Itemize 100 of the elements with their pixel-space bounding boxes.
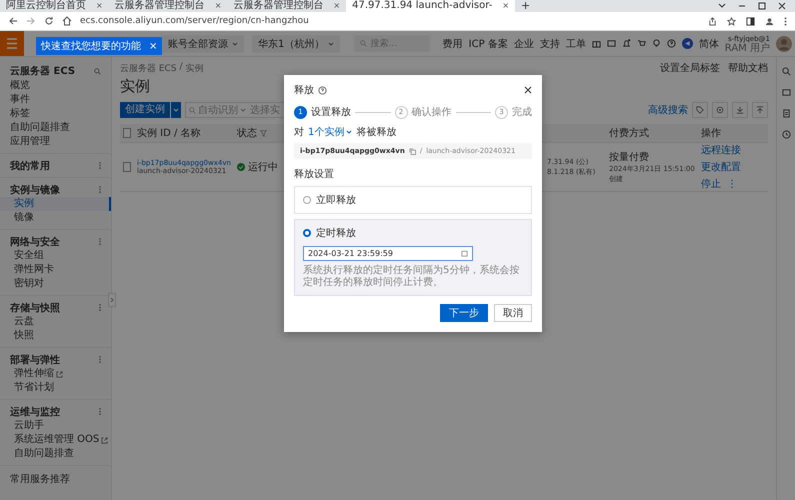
caret-icon <box>173 108 179 112</box>
sidebar-item[interactable]: 云助手 <box>0 419 44 433</box>
browser-tab[interactable]: 阿里云控制台首页 × <box>0 0 109 12</box>
download-button[interactable] <box>732 102 748 118</box>
breadcrumb-current: 实例 <box>186 62 204 74</box>
sidebar-item[interactable]: 系统运维管理 OOS <box>0 433 100 447</box>
close-button[interactable]: × <box>149 40 158 52</box>
radio-button[interactable] <box>303 229 311 237</box>
bell-icon[interactable] <box>622 39 631 48</box>
next-button[interactable]: 下一步 <box>440 304 488 322</box>
sidebar-group-title[interactable]: 实例与镜像 <box>10 182 60 196</box>
browser-tab[interactable]: 47.97.31.94 launch-advisor- × <box>346 0 516 12</box>
sidebar-item[interactable]: 云盘 <box>0 315 34 329</box>
nav-link[interactable]: 费用 <box>442 36 463 50</box>
star-icon[interactable] <box>727 16 736 26</box>
scope-text: 将被释放 <box>356 126 396 139</box>
checkbox[interactable] <box>123 162 131 172</box>
avatar-icon[interactable] <box>776 36 792 52</box>
action-link[interactable]: 停止 <box>701 177 721 191</box>
sidebar-item[interactable]: 快照 <box>0 329 34 343</box>
assistant-icon[interactable] <box>682 38 693 49</box>
copy-icon[interactable] <box>408 148 416 154</box>
sidebar-item[interactable]: 安全组 <box>0 249 44 263</box>
caret-icon <box>328 42 334 46</box>
menu-icon[interactable] <box>784 16 787 26</box>
browser-tab[interactable]: 云服务器管理控制台 × <box>227 0 346 12</box>
document-icon[interactable] <box>782 109 790 118</box>
sidebar-item[interactable]: 自助问题排查 <box>0 447 74 461</box>
hint-text: 系统执行释放的定时任务间隔为5分钟，系统会按定时任务的释放时间停止计费。 <box>303 265 520 289</box>
close-icon[interactable] <box>524 86 532 94</box>
help-icon[interactable] <box>318 86 327 94</box>
option-label: 定时释放 <box>316 226 356 240</box>
clock-icon[interactable] <box>782 130 790 139</box>
resource-group-dropdown[interactable]: 账号全部资源 <box>162 34 244 52</box>
sidebar-group-title[interactable]: 部署与弹性 <box>10 352 60 366</box>
help-icon[interactable] <box>666 39 676 48</box>
home-icon[interactable] <box>62 16 72 26</box>
sidebar-item[interactable]: 常用服务推荐 <box>0 465 111 486</box>
dropdown-button[interactable] <box>171 102 181 118</box>
radio-button[interactable] <box>303 196 311 204</box>
tooltip-text: 快速查找您想要的功能 <box>41 40 141 53</box>
reload-icon[interactable] <box>44 16 54 26</box>
lightbulb-icon[interactable] <box>652 39 661 48</box>
breadcrumb-link[interactable]: 云服务器 ECS <box>120 62 177 74</box>
settings-button[interactable] <box>712 102 728 118</box>
forward-icon[interactable] <box>26 16 36 26</box>
create-instance-button[interactable]: 创建实例 <box>120 102 170 118</box>
sidebar-item[interactable]: 密钥对 <box>0 277 44 291</box>
column-header: 付费方式 <box>609 126 649 140</box>
user-role: RAM 用户 <box>724 44 770 54</box>
search-icon <box>360 40 368 47</box>
nav-link[interactable]: 企业 <box>514 36 534 50</box>
filter-icon[interactable] <box>260 130 267 136</box>
checkbox[interactable] <box>123 128 131 138</box>
upload-button[interactable] <box>752 102 768 118</box>
sidebar-group-title[interactable]: 存储与快照 <box>10 300 60 314</box>
search-icon[interactable] <box>94 68 101 74</box>
release-option[interactable]: 立即释放 <box>294 186 532 214</box>
action-link[interactable]: 更改配置 <box>701 160 741 174</box>
instance-count-link[interactable]: 1个实例 <box>308 125 352 139</box>
search-icon[interactable] <box>782 67 790 76</box>
language-link[interactable]: 简体 <box>698 36 719 50</box>
new-tab-button[interactable]: + <box>515 0 536 12</box>
sidebar-item[interactable]: 应用管理 <box>0 135 111 149</box>
header-link[interactable]: 帮助文档 <box>728 61 768 75</box>
more-actions-button[interactable]: ⋮ <box>727 178 737 190</box>
sidebar-item[interactable]: 弹性伸缩 <box>0 367 54 381</box>
browser-tab[interactable]: 云服务器管理控制台 × <box>108 0 228 12</box>
sidebar-item[interactable]: 自助问题排查 <box>0 121 111 135</box>
window-controls-icon[interactable] <box>717 2 787 10</box>
action-link[interactable]: 远程连接 <box>701 143 741 157</box>
region-dropdown[interactable]: 华东1（杭州） <box>252 34 340 52</box>
back-icon[interactable] <box>8 16 18 26</box>
release-option[interactable]: 定时释放 2024-03-21 23:59:59 系统执行释放的定时任务间隔为5分钟，系统会按定时任务的释放时间停止计费。 <box>294 219 532 296</box>
sidebar-group-title[interactable]: 运维与监控 <box>10 404 60 418</box>
sidebar-group-title[interactable]: 网络与安全 <box>10 234 60 248</box>
header-link[interactable]: 设置全局标签 <box>660 61 720 75</box>
collapse-handle[interactable] <box>108 293 116 307</box>
address-field[interactable]: ecs.console.aliyun.com/server/region/cn-hangzhou <box>80 16 700 26</box>
nav-link[interactable]: 工单 <box>566 36 586 50</box>
dialog-title: 释放 <box>294 84 314 97</box>
advanced-search-link[interactable]: 高级搜索 <box>648 103 688 117</box>
share-icon[interactable] <box>708 16 717 26</box>
cancel-button[interactable]: 取消 <box>494 304 532 322</box>
datetime-field[interactable]: 2024-03-21 23:59:59 <box>303 246 473 261</box>
sidebar-item[interactable]: 概览 <box>0 79 111 93</box>
nav-link[interactable]: ICP 备案 <box>468 36 508 50</box>
screen-icon[interactable] <box>606 39 616 48</box>
sidebar-item[interactable]: 实例 <box>0 197 111 211</box>
sidebar-item[interactable]: 节省计划 <box>0 381 54 395</box>
profile-icon[interactable] <box>765 16 774 26</box>
sidebar-icon[interactable] <box>746 16 755 26</box>
nav-link[interactable]: 支持 <box>540 36 560 50</box>
sidebar-item[interactable]: 弹性网卡 <box>0 263 54 277</box>
sidebar-item[interactable]: 事件 <box>0 93 111 107</box>
tag-button[interactable] <box>692 102 708 118</box>
sidebar-group-title[interactable]: 我的常用 <box>10 158 50 172</box>
sidebar-item[interactable]: 镜像 <box>0 211 34 225</box>
cart-icon[interactable] <box>636 39 646 48</box>
sidebar-item[interactable]: 标签 <box>0 107 111 121</box>
